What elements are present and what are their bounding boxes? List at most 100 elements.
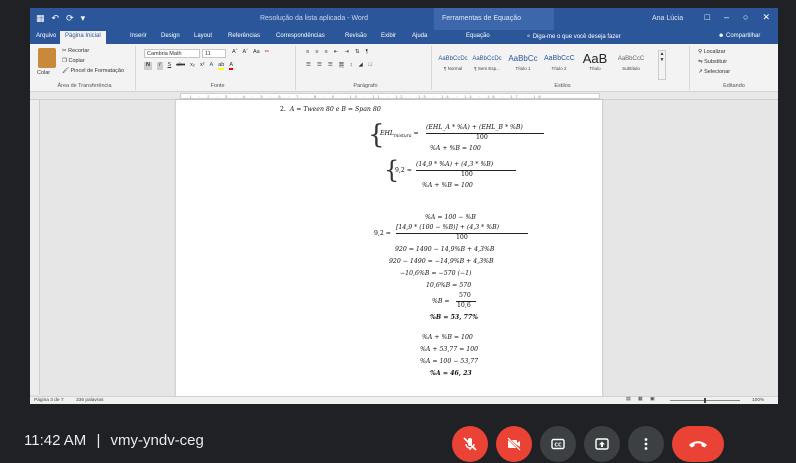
- pilcrow-icon[interactable]: ¶: [365, 49, 368, 55]
- align-left-icon[interactable]: ☰: [306, 62, 311, 68]
- word-count[interactable]: 336 palavras: [76, 398, 103, 403]
- zoom-slider-thumb[interactable]: [704, 398, 706, 403]
- solution-result-a: %A = 46, 23: [430, 370, 472, 377]
- style-heading-2[interactable]: AaBbCcC Título 2: [544, 52, 575, 72]
- solution-line-7-denominator: 10,6: [457, 302, 471, 309]
- highlight-icon[interactable]: ab: [218, 62, 225, 70]
- system-1-numerator: (EHL_A * %A) + (EHL_B * %B): [426, 124, 523, 131]
- more-options-button[interactable]: [628, 426, 664, 462]
- tab-equacao[interactable]: Equação: [466, 33, 490, 39]
- tab-exibir[interactable]: Exibir: [381, 33, 396, 39]
- tab-correspondencias[interactable]: Correspondências: [276, 33, 325, 39]
- document-page[interactable]: 2. A = Tween 80 e B = Span 80 { EHLmistu…: [176, 100, 602, 396]
- tab-inserir[interactable]: Inserir: [130, 33, 147, 39]
- redo-icon[interactable]: ⟳: [66, 13, 74, 24]
- underline-icon[interactable]: S: [168, 62, 172, 70]
- tell-me-text: Diga-me o que você deseja fazer: [532, 34, 621, 40]
- horizontal-ruler[interactable]: · 1 · 2 · 3 · 4 · 5 · 6 · 7 · 8 · 9 · 10…: [30, 92, 778, 100]
- bold-icon[interactable]: N: [144, 62, 152, 70]
- more-options-icon: [638, 436, 654, 452]
- document-title: Resolução da lista aplicada - Word: [260, 15, 369, 22]
- font-size-field[interactable]: 11: [202, 49, 226, 58]
- bullets-icon[interactable]: ≡: [306, 49, 309, 55]
- format-painter-button[interactable]: 🖌 Pincel de Formatação: [62, 68, 124, 74]
- style-title[interactable]: AaB Título: [580, 52, 610, 72]
- font-name-field[interactable]: Cambria Math: [144, 49, 200, 58]
- system-2-line-2: %A + %B = 100: [422, 182, 473, 189]
- paste-label[interactable]: Colar: [37, 70, 50, 76]
- style-sample: AaB: [582, 51, 608, 66]
- system-1-line-2: %A + %B = 100: [430, 145, 481, 152]
- user-name[interactable]: Ana Lúcia: [652, 15, 683, 22]
- style-name: Título: [589, 66, 601, 71]
- cut-button[interactable]: ✂ Recortar: [62, 48, 89, 54]
- solution-line-2-denominator: 100: [456, 234, 468, 241]
- maximize-icon[interactable]: ○: [743, 12, 748, 23]
- print-layout-icon[interactable]: ▦: [638, 397, 643, 402]
- tab-arquivo[interactable]: Arquivo: [36, 33, 56, 39]
- styles-scroll[interactable]: ▲ ▼: [658, 50, 666, 80]
- present-button[interactable]: [584, 426, 620, 462]
- change-case-icon[interactable]: Aa: [253, 49, 260, 55]
- ribbon: Colar ✂ Recortar ❐ Copiar 🖌 Pincel de Fo…: [30, 44, 778, 92]
- paste-icon[interactable]: [38, 48, 56, 68]
- tab-layout[interactable]: Layout: [194, 33, 212, 39]
- close-icon[interactable]: ✕: [762, 12, 770, 23]
- find-button[interactable]: ⚲ Localizar: [698, 49, 726, 55]
- read-mode-icon[interactable]: ▤: [626, 397, 631, 402]
- justify-icon[interactable]: ☰: [338, 62, 344, 68]
- system-1-lhs: EHLmistura =: [380, 130, 419, 140]
- vertical-ruler[interactable]: [30, 100, 40, 394]
- minimize-icon[interactable]: –: [724, 12, 729, 23]
- camera-toggle-button[interactable]: [496, 426, 532, 462]
- format-painter-label: Pincel de Formatação: [70, 68, 125, 74]
- style-normal[interactable]: AaBbCcDc ¶ Normal: [438, 52, 468, 72]
- tab-referencias[interactable]: Referências: [228, 33, 260, 39]
- tab-revisao[interactable]: Revisão: [345, 33, 367, 39]
- strikethrough-icon[interactable]: abc: [176, 62, 185, 70]
- save-icon[interactable]: ▦: [36, 13, 45, 24]
- style-no-spacing[interactable]: AaBbCcDc ¶ Sem Esp...: [472, 52, 502, 72]
- increase-indent-icon[interactable]: ⇥: [344, 49, 349, 55]
- solution-line-11: %A = 100 − 53,77: [420, 358, 479, 365]
- grow-font-icon[interactable]: Aˆ: [232, 49, 238, 55]
- solution-line-10: %A + 53,77 = 100: [420, 346, 479, 353]
- zoom-level[interactable]: 100%: [752, 398, 764, 403]
- tell-me-search[interactable]: ⚬ Diga-me o que você deseja fazer: [526, 33, 621, 40]
- style-subtitle[interactable]: AaBbCcC Subtítulo: [616, 52, 646, 72]
- shrink-font-icon[interactable]: Aˇ: [243, 49, 249, 55]
- system-2-lhs: 9,2 =: [395, 167, 412, 174]
- shading-icon[interactable]: ◢: [359, 62, 363, 68]
- replace-button[interactable]: ⇋ Substituir: [698, 59, 727, 65]
- undo-icon[interactable]: ↶: [52, 13, 60, 24]
- numbering-icon[interactable]: ≡: [315, 49, 318, 55]
- line-spacing-icon[interactable]: ↕: [350, 62, 353, 68]
- customize-icon[interactable]: ▾: [81, 13, 86, 24]
- end-call-button[interactable]: [672, 426, 724, 462]
- subscript-icon[interactable]: x₂: [190, 62, 195, 70]
- sort-icon[interactable]: ⇅: [355, 49, 360, 55]
- share-button[interactable]: ☻ Compartilhar: [718, 33, 760, 39]
- text-effects-icon[interactable]: A: [210, 62, 214, 70]
- web-layout-icon[interactable]: ▣: [650, 397, 655, 402]
- page-count[interactable]: Página 3 de 7: [34, 398, 64, 403]
- font-color-icon[interactable]: A: [229, 62, 234, 70]
- italic-icon[interactable]: I: [156, 62, 163, 70]
- borders-icon[interactable]: □: [369, 62, 372, 68]
- copy-button[interactable]: ❐ Copiar: [62, 58, 85, 64]
- multilevel-icon[interactable]: ≡: [324, 49, 327, 55]
- tab-pagina-inicial[interactable]: Página Inicial: [60, 31, 106, 44]
- superscript-icon[interactable]: x²: [200, 62, 205, 70]
- align-center-icon[interactable]: ☰: [317, 62, 322, 68]
- tab-design[interactable]: Design: [161, 33, 180, 39]
- align-right-icon[interactable]: ☰: [328, 62, 333, 68]
- clear-format-icon[interactable]: ✏: [265, 49, 270, 55]
- ribbon-display-icon[interactable]: □: [705, 12, 710, 23]
- decrease-indent-icon[interactable]: ⇤: [334, 49, 339, 55]
- meeting-code[interactable]: vmy-yndv-ceg: [111, 432, 204, 449]
- select-button[interactable]: ↗ Selecionar: [698, 69, 730, 75]
- style-heading-1[interactable]: AaBbCc Título 1: [508, 52, 538, 72]
- mic-toggle-button[interactable]: [452, 426, 488, 462]
- captions-button[interactable]: CC: [540, 426, 576, 462]
- tab-ajuda[interactable]: Ajuda: [412, 33, 427, 39]
